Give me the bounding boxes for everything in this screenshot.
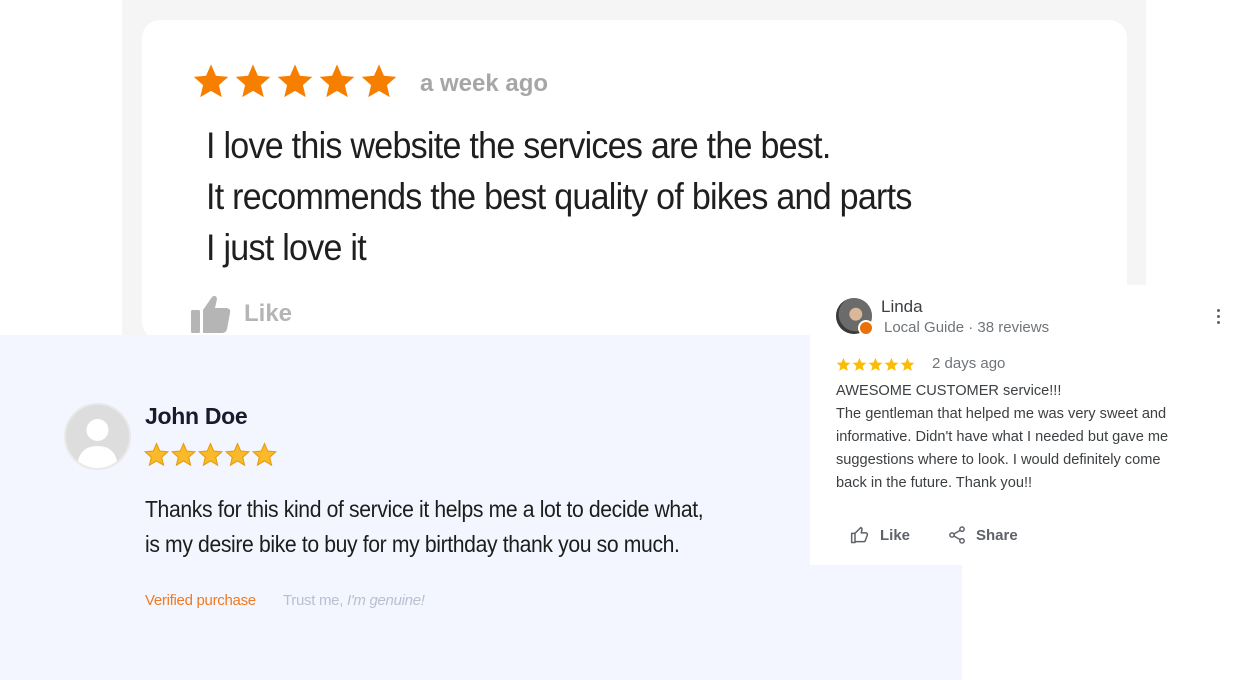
review-text-line: I love this website the services are the… bbox=[206, 125, 831, 166]
like-label: Like bbox=[880, 526, 911, 544]
star-icon bbox=[852, 357, 867, 371]
reviewer-name: John Doe bbox=[145, 403, 248, 429]
reviewer-name[interactable]: Linda bbox=[881, 297, 923, 317]
review-text-line: informative. Didn't have what I needed b… bbox=[836, 429, 1169, 445]
star-rating-2 bbox=[144, 442, 277, 467]
user-placeholder-icon bbox=[64, 403, 131, 470]
star-icon bbox=[198, 442, 223, 467]
star-icon bbox=[277, 64, 313, 98]
star-icon bbox=[144, 442, 169, 467]
review-text-line: back in the future. Thank you!! bbox=[836, 475, 1033, 491]
profile-photo[interactable] bbox=[836, 298, 874, 336]
reviewer-meta: Local Guide · 38 reviews bbox=[884, 319, 1049, 336]
trust-note: Trust me, I'm genuine! bbox=[283, 592, 425, 609]
star-icon bbox=[319, 64, 355, 98]
local-guide-label: Local Guide bbox=[884, 319, 965, 336]
more-vert-icon[interactable] bbox=[1214, 309, 1222, 329]
review-text-line: is my desire bike to buy for my birthday… bbox=[145, 531, 680, 557]
star-icon bbox=[252, 442, 277, 467]
review-text-line: The gentleman that helped me was very sw… bbox=[836, 406, 1167, 422]
star-icon bbox=[225, 442, 250, 467]
share-label: Share bbox=[976, 526, 1018, 544]
trust-note-italic: I'm genuine! bbox=[346, 592, 425, 609]
star-icon bbox=[171, 442, 196, 467]
review-text: Thanks for this kind of service it helps… bbox=[145, 492, 704, 562]
share-icon bbox=[949, 526, 965, 544]
thumbs-up-icon bbox=[191, 295, 231, 333]
star-icon bbox=[193, 64, 229, 98]
like-button[interactable]: Like bbox=[190, 294, 292, 334]
like-label: Like bbox=[244, 300, 293, 327]
like-button[interactable]: Like bbox=[850, 525, 910, 545]
thumbs-up-outline-icon bbox=[850, 526, 869, 544]
review-text-line: Thanks for this kind of service it helps… bbox=[145, 496, 704, 522]
star-icon bbox=[361, 64, 397, 98]
review-text-line: AWESOME CUSTOMER service!!! bbox=[836, 383, 1062, 399]
review-text-line: I just love it bbox=[206, 227, 367, 268]
review-text: AWESOME CUSTOMER service!!! The gentlema… bbox=[836, 380, 1168, 495]
trust-note-prefix: Trust me, bbox=[283, 592, 344, 609]
star-icon bbox=[836, 357, 851, 371]
star-rating-1 bbox=[192, 62, 398, 100]
star-icon bbox=[868, 357, 883, 371]
verified-purchase-badge: Verified purchase bbox=[145, 592, 256, 609]
review-count: · 38 reviews bbox=[968, 319, 1050, 336]
local-guide-badge-icon bbox=[858, 320, 874, 336]
review-text: I love this website the services are the… bbox=[206, 120, 912, 273]
star-rating-3 bbox=[836, 357, 915, 372]
review-time: 2 days ago bbox=[932, 355, 1006, 372]
review-text-line: It recommends the best quality of bikes … bbox=[206, 176, 912, 217]
star-icon bbox=[900, 357, 915, 371]
review-time: a week ago bbox=[420, 70, 549, 97]
star-icon bbox=[884, 357, 899, 371]
star-icon bbox=[235, 64, 271, 98]
review-text-line: suggestions where to look. I would defin… bbox=[836, 452, 1161, 468]
share-button[interactable]: Share bbox=[947, 525, 1018, 545]
